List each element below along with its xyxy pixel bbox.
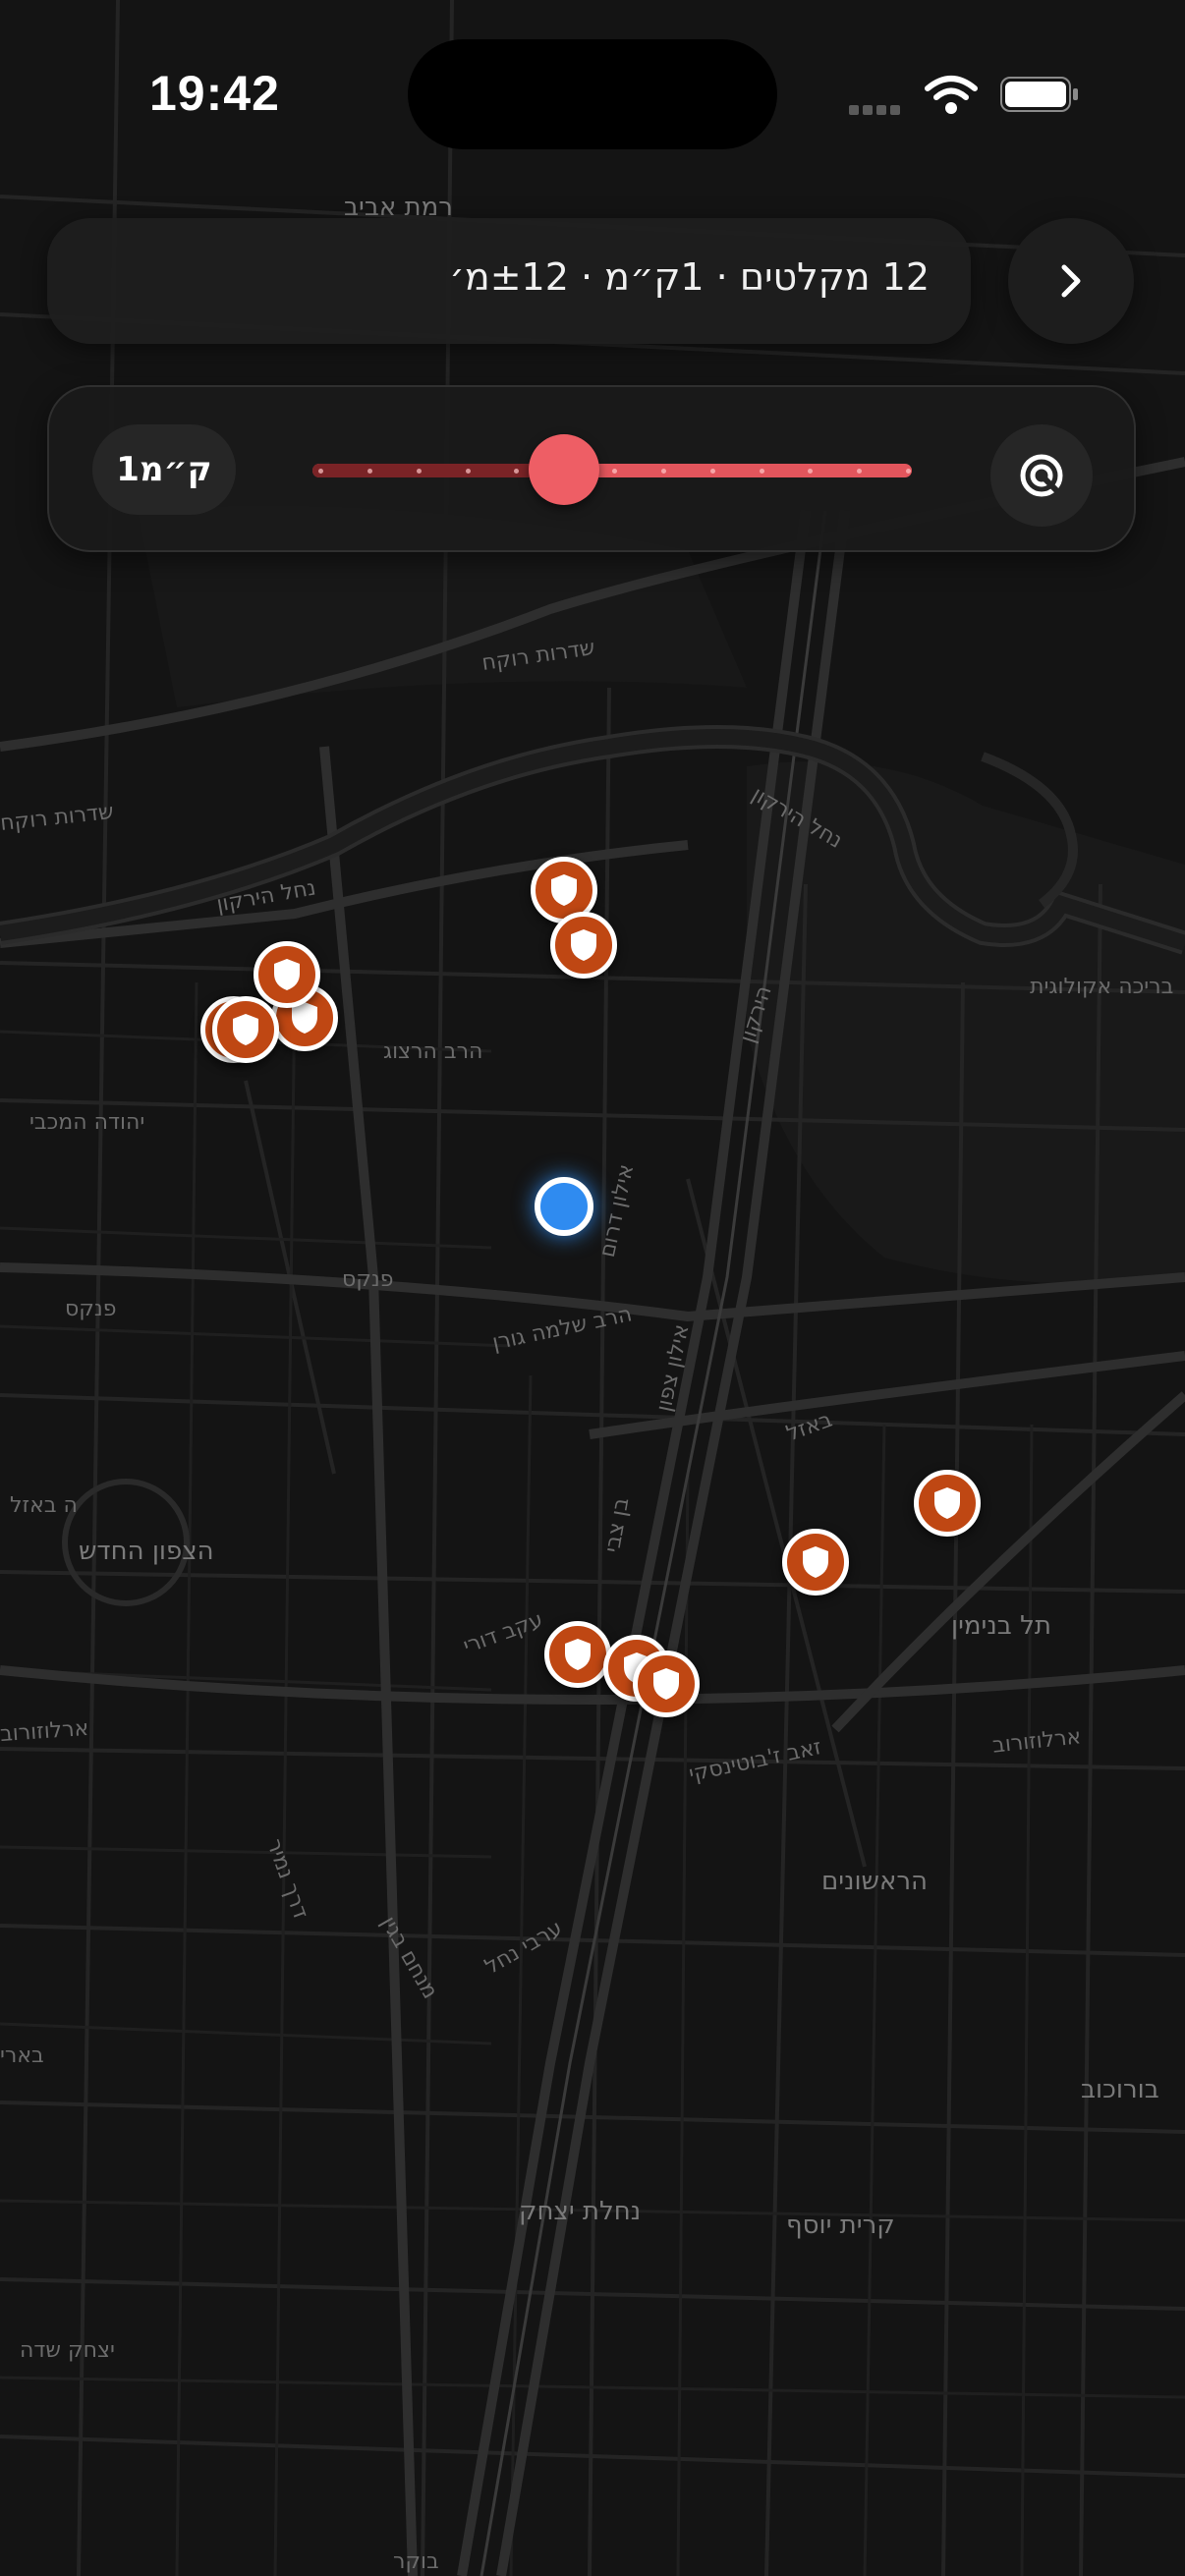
shield-icon: [803, 1546, 828, 1578]
wifi-icon: [925, 76, 978, 114]
map-street-label: בורוכוב: [1081, 2075, 1159, 2104]
shield-icon: [571, 929, 596, 961]
radius-value-chip[interactable]: 1ק״מ: [92, 424, 236, 515]
map-street-label: פנקס: [342, 1267, 394, 1292]
map-street-label: בארי: [0, 2044, 44, 2068]
slider-tick: [416, 469, 422, 474]
shelter-marker[interactable]: [782, 1529, 849, 1596]
slider-tick: [367, 469, 372, 474]
map-street-label: קרית יוסף: [786, 2211, 895, 2240]
radius-slider-thumb[interactable]: [529, 434, 600, 505]
shelter-marker[interactable]: [212, 996, 279, 1063]
shield-icon: [274, 959, 300, 990]
shelter-summary-bar[interactable]: 12 מקלטים · 1ק״מ · ±12מ׳: [47, 218, 971, 344]
slider-tick: [660, 469, 666, 474]
map-street-label: ה באזל: [10, 1493, 78, 1518]
map-street-label: פנקס: [65, 1297, 117, 1321]
battery-icon: [1000, 77, 1078, 112]
map-street-label: יצחק שדה: [20, 2338, 115, 2363]
expand-button[interactable]: [1008, 218, 1134, 344]
map-street-label: הרב הרצוג: [383, 1039, 483, 1064]
shelter-marker[interactable]: [544, 1621, 611, 1688]
shield-icon: [934, 1487, 960, 1519]
map-street-label: נחלת יצחק: [519, 2197, 642, 2226]
map-street-label: הצפון החדש: [79, 1537, 214, 1566]
recenter-button[interactable]: [990, 424, 1093, 527]
shield-icon: [551, 874, 577, 906]
radius-slider-fill: [312, 464, 565, 477]
slider-tick: [612, 469, 617, 474]
map-street-label: בריכה אקולוגית: [1030, 975, 1174, 999]
map-street-label: הראשונים: [821, 1867, 929, 1896]
shelter-marker[interactable]: [254, 941, 320, 1008]
shelter-marker[interactable]: [550, 912, 617, 979]
slider-tick: [465, 469, 471, 474]
map-street-label: בוקר: [393, 2549, 439, 2574]
shield-icon: [653, 1668, 679, 1700]
user-location-dot: [535, 1177, 593, 1236]
slider-tick: [709, 469, 715, 474]
target-icon: [1020, 454, 1063, 497]
slider-tick: [759, 469, 764, 474]
shelter-marker[interactable]: [633, 1651, 700, 1717]
map-street-label: תל בנימין: [951, 1611, 1051, 1641]
slider-tick: [906, 469, 911, 474]
cellular-signal-icon: [849, 100, 904, 119]
slider-tick: [318, 469, 323, 474]
map-street-label: יהודה המכבי: [29, 1110, 145, 1135]
chevron-right-icon: [1061, 264, 1081, 298]
radius-control-card: 1ק״מ: [47, 385, 1136, 552]
dynamic-island: [408, 39, 777, 149]
status-time: 19:42: [149, 66, 280, 121]
shelter-marker[interactable]: [914, 1470, 981, 1537]
shelter-summary-text: 12 מקלטים · 1ק״מ · ±12מ׳: [449, 255, 930, 299]
shield-icon: [565, 1639, 591, 1670]
shield-icon: [233, 1014, 258, 1045]
